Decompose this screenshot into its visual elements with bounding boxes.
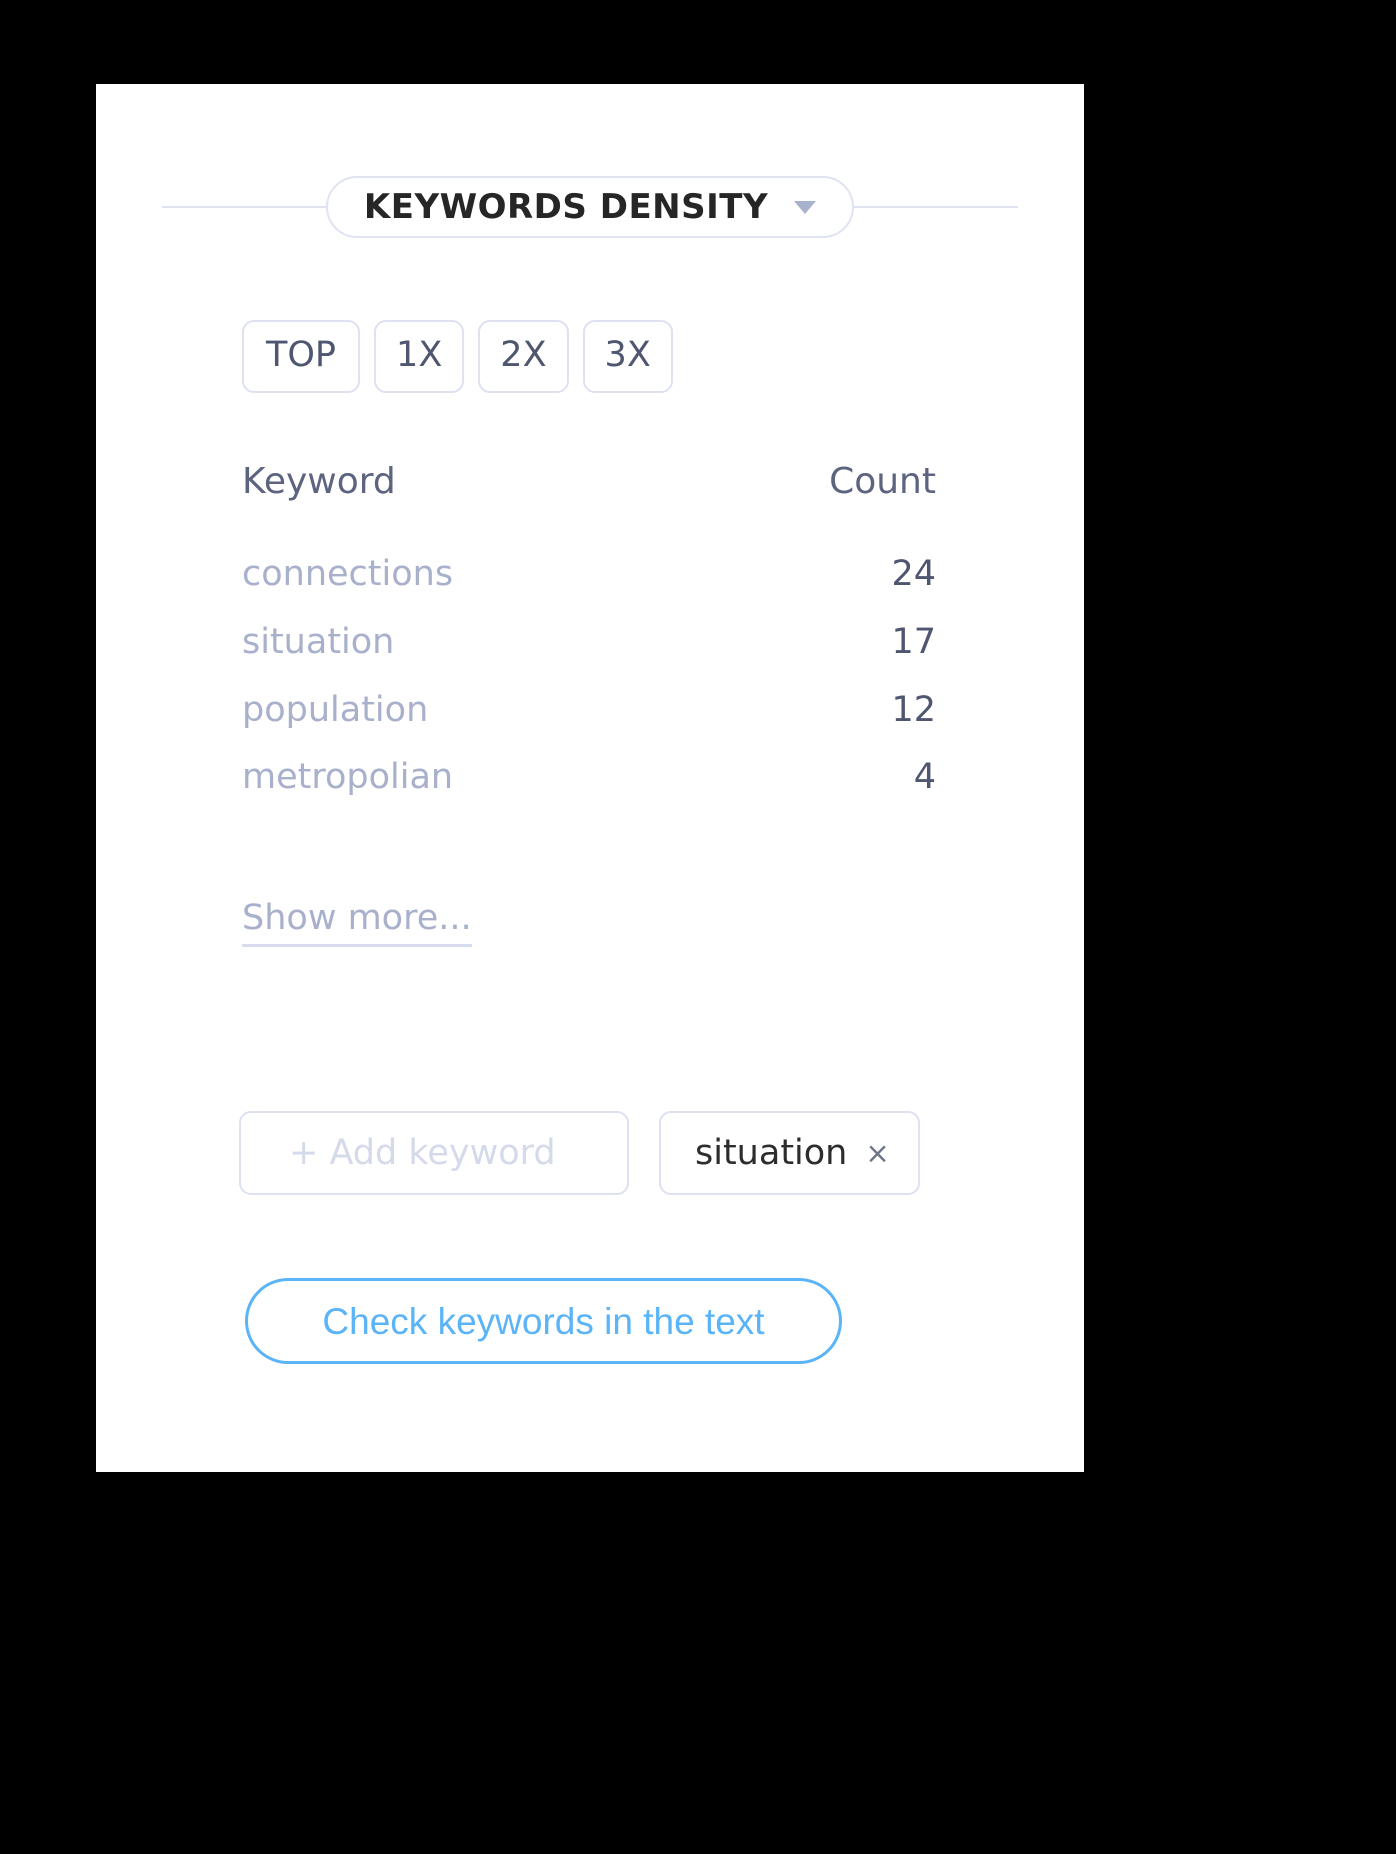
add-keyword-placeholder: + Add keyword	[289, 1132, 556, 1173]
column-header-count: Count	[829, 461, 936, 502]
count-cell: 24	[891, 554, 936, 594]
header-divider-right	[854, 206, 1018, 208]
keywords-density-panel: KEYWORDS DENSITY TOP 1X 2X 3X Keyword Co…	[96, 84, 1084, 1472]
count-cell: 12	[891, 689, 936, 730]
table-row[interactable]: situation 17	[242, 620, 936, 665]
filter-button-top[interactable]: TOP	[242, 320, 361, 393]
count-cell: 17	[891, 621, 936, 662]
panel-title-dropdown[interactable]: KEYWORDS DENSITY	[325, 176, 855, 238]
keyword-chip-situation[interactable]: situation ×	[659, 1111, 920, 1195]
add-keyword-input[interactable]: + Add keyword	[239, 1111, 629, 1195]
page-title: KEYWORDS DENSITY	[363, 187, 769, 227]
table-row[interactable]: connections 24	[242, 552, 936, 597]
keyword-cell: metropolian	[242, 757, 454, 798]
keyword-cell: population	[242, 689, 429, 730]
table-row[interactable]: metropolian 4	[242, 755, 936, 800]
chip-label: situation	[695, 1132, 848, 1173]
check-keywords-button[interactable]: Check keywords in the text	[245, 1278, 842, 1364]
keywords-table: Keyword Count connections 24 situation 1…	[242, 464, 936, 823]
column-header-keyword: Keyword	[242, 461, 396, 502]
keyword-cell: situation	[242, 621, 395, 662]
keyword-cell: connections	[242, 554, 454, 594]
table-header-row: Keyword Count	[242, 464, 936, 500]
chevron-down-icon[interactable]	[794, 200, 817, 214]
density-filter-group: TOP 1X 2X 3X	[242, 320, 673, 393]
count-cell: 4	[913, 757, 936, 798]
close-icon[interactable]: ×	[865, 1138, 889, 1168]
panel-header: KEYWORDS DENSITY	[162, 176, 1018, 238]
keyword-entry-row: + Add keyword situation ×	[239, 1111, 920, 1195]
check-keywords-button-label: Check keywords in the text	[322, 1300, 765, 1342]
header-divider-left	[162, 206, 326, 208]
filter-button-2x[interactable]: 2X	[478, 320, 569, 393]
filter-button-3x[interactable]: 3X	[582, 320, 673, 393]
filter-button-1x[interactable]: 1X	[374, 320, 465, 393]
show-more-link[interactable]: Show more...	[242, 899, 472, 947]
table-row[interactable]: population 12	[242, 688, 936, 733]
